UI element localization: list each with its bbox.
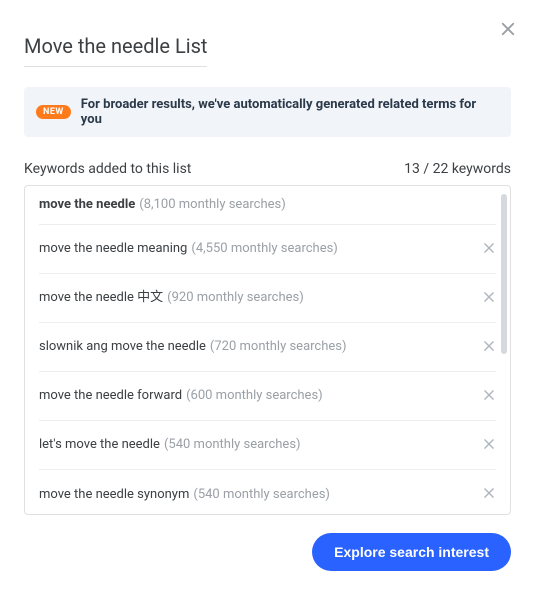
list-header: Keywords added to this list 13 / 22 keyw… (24, 161, 511, 177)
keyword-term: move the needle (39, 196, 135, 214)
explore-button[interactable]: Explore search interest (312, 533, 511, 571)
close-icon (482, 486, 496, 500)
new-badge: NEW (36, 105, 71, 119)
close-icon (482, 437, 496, 451)
list-item: move the needle 中文 (920 monthly searches… (39, 274, 496, 323)
keyword-text: slownik ang move the needle (720 monthly… (39, 338, 347, 356)
keyword-text: move the needle synonym (540 monthly sea… (39, 486, 330, 504)
close-icon (499, 20, 517, 38)
remove-keyword-button[interactable] (482, 338, 496, 357)
close-button[interactable] (499, 20, 517, 38)
keyword-text: move the needle meaning (4,550 monthly s… (39, 240, 338, 258)
list-header-label: Keywords added to this list (24, 161, 191, 177)
keyword-text: let's move the needle (540 monthly searc… (39, 436, 301, 454)
keyword-meta: (720 monthly searches) (210, 338, 347, 356)
close-icon (482, 290, 496, 304)
banner-text: For broader results, we've automatically… (81, 97, 499, 127)
modal-footer: Explore search interest (24, 533, 511, 571)
remove-keyword-button[interactable] (482, 436, 496, 455)
close-icon (482, 388, 496, 402)
keyword-list-scroll[interactable]: move the needle (8,100 monthly searches)… (25, 186, 510, 514)
info-banner: NEW For broader results, we've automatic… (24, 87, 511, 137)
keyword-meta: (600 monthly searches) (186, 387, 323, 405)
keyword-term: slownik ang move the needle (39, 338, 206, 356)
list-item: move the needle (8,100 monthly searches) (39, 186, 496, 225)
keyword-list-modal: Move the needle List NEW For broader res… (0, 0, 535, 595)
count-total: 22 (433, 161, 449, 177)
keyword-list: move the needle (8,100 monthly searches)… (24, 185, 511, 515)
remove-keyword-button[interactable] (482, 387, 496, 406)
list-item: slownik ang move the needle (720 monthly… (39, 323, 496, 372)
list-item: let's move the needle (540 monthly searc… (39, 421, 496, 470)
keyword-term: move the needle meaning (39, 240, 187, 258)
close-icon (482, 339, 496, 353)
keyword-term: move the needle forward (39, 387, 182, 405)
keyword-term: move the needle synonym (39, 486, 189, 504)
keyword-meta: (8,100 monthly searches) (139, 196, 285, 214)
remove-keyword-button[interactable] (482, 289, 496, 308)
keyword-text: move the needle forward (600 monthly sea… (39, 387, 323, 405)
keyword-term: let's move the needle (39, 436, 160, 454)
keyword-meta: (4,550 monthly searches) (191, 240, 337, 258)
modal-title: Move the needle List (24, 34, 207, 67)
keyword-text: move the needle (8,100 monthly searches) (39, 186, 286, 214)
keyword-meta: (540 monthly searches) (193, 486, 330, 504)
keyword-meta: (920 monthly searches) (167, 289, 304, 307)
list-item: move the needle meaning (4,550 monthly s… (39, 225, 496, 274)
remove-keyword-button[interactable] (482, 240, 496, 259)
keyword-meta: (540 monthly searches) (164, 436, 301, 454)
scrollbar-thumb[interactable] (501, 194, 507, 354)
close-icon (482, 241, 496, 255)
list-item: move the needle synonym (540 monthly sea… (39, 470, 496, 514)
keyword-term: move the needle 中文 (39, 289, 163, 307)
remove-keyword-button[interactable] (482, 485, 496, 504)
count-current: 13 (404, 161, 420, 177)
keyword-count: 13 / 22 keywords (404, 161, 511, 177)
list-item: move the needle forward (600 monthly sea… (39, 372, 496, 421)
keyword-text: move the needle 中文 (920 monthly searches… (39, 289, 304, 307)
count-suffix: keywords (452, 161, 511, 177)
